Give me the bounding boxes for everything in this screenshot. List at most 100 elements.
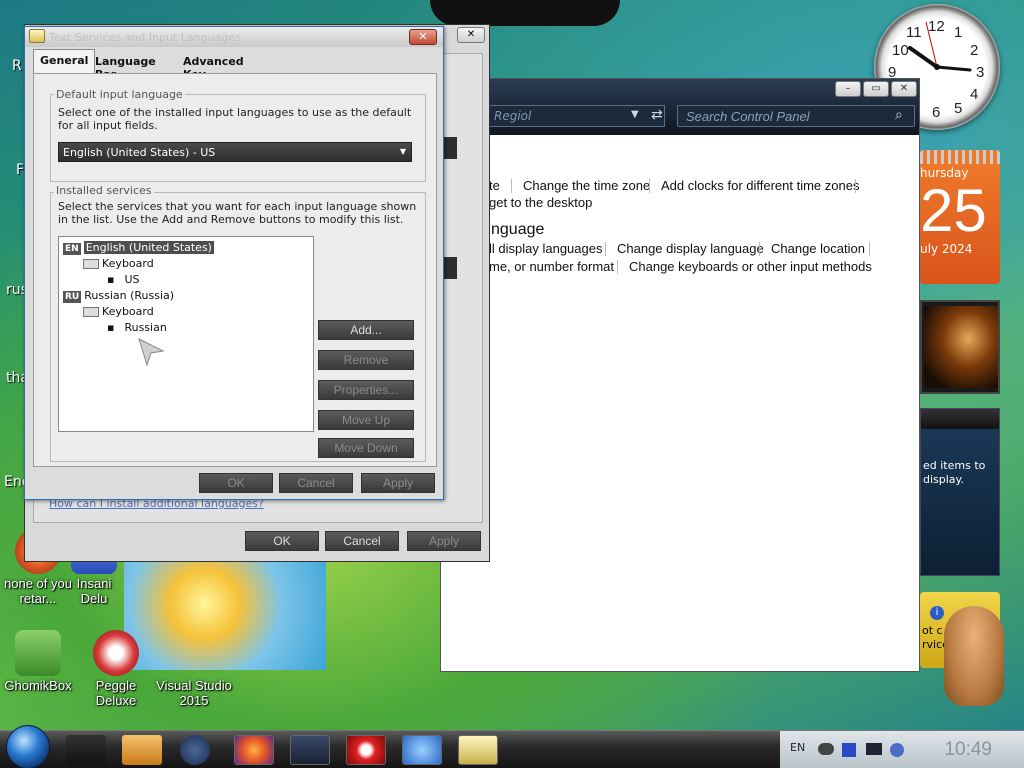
change-time-zone-link[interactable]: Change the time zone xyxy=(523,178,650,193)
language-bar-icon[interactable] xyxy=(458,735,498,765)
desktop-icon-ghomikbox[interactable]: GhomikBox xyxy=(0,630,78,693)
back-ok-button[interactable]: OK xyxy=(245,531,319,551)
add-clocks-link[interactable]: Add clocks for different time zones xyxy=(661,178,859,193)
media-player-icon[interactable] xyxy=(122,735,162,765)
link-fragment[interactable]: te xyxy=(489,178,500,193)
control-panel-window[interactable]: – ▭ ✕ Regiol ▼ ⇄ Search Control Panel ⌕ … xyxy=(440,78,920,672)
address-dropdown-icon[interactable]: ▼ xyxy=(631,109,639,120)
tray-icon[interactable] xyxy=(818,743,834,755)
calendar-month-year: uly 2024 xyxy=(920,242,973,256)
tree-category-keyboard[interactable]: Keyboard xyxy=(83,305,154,318)
desktop-icon-peggle[interactable]: Peggle Deluxe xyxy=(76,630,156,708)
tab-advanced-key-settings[interactable]: Advanced Key Settings xyxy=(177,51,250,94)
firefox-icon[interactable] xyxy=(234,735,274,765)
move-down-button[interactable]: Move Down xyxy=(318,438,414,458)
tree-language-ru[interactable]: RU Russian (Russia) xyxy=(63,289,174,303)
tab-language-bar[interactable]: Language Bar xyxy=(89,51,162,81)
steam-icon[interactable] xyxy=(180,735,210,765)
info-icon: i xyxy=(930,606,944,620)
calendar-date: 25 xyxy=(920,177,987,244)
display-languages-link[interactable]: ll display languages xyxy=(489,241,602,256)
change-display-language-link[interactable]: Change display language xyxy=(617,241,764,256)
move-up-button[interactable]: Move Up xyxy=(318,410,414,430)
language-label: English (United States) xyxy=(83,241,214,254)
top-notch xyxy=(430,0,620,26)
refresh-icon[interactable]: ⇄ xyxy=(651,107,663,123)
tree-category-keyboard[interactable]: Keyboard xyxy=(83,257,154,270)
text-services-dialog[interactable]: Text Services and Input Languages ✕ Gene… xyxy=(24,26,444,500)
bullet-icon: ▪ xyxy=(107,273,115,286)
slideshow-gadget[interactable] xyxy=(920,300,1000,394)
feed-text: ed items to display. xyxy=(923,459,986,486)
tray-icon[interactable] xyxy=(866,743,882,755)
tray-clock[interactable]: 10:49 xyxy=(944,739,992,761)
gadget-desktop-link[interactable]: get to the desktop xyxy=(489,195,592,210)
installed-services-tree[interactable]: EN English (United States) Keyboard ▪ US R… xyxy=(58,236,314,432)
gopher-icon xyxy=(15,630,61,676)
tree-service-us[interactable]: ▪ US xyxy=(107,273,140,286)
tree-service-russian[interactable]: ▪ Russian xyxy=(107,321,167,334)
peggle-icon xyxy=(93,630,139,676)
language-label: Russian (Russia) xyxy=(84,289,175,302)
globe-icon[interactable] xyxy=(402,735,442,765)
properties-button[interactable]: Properties... xyxy=(318,380,414,400)
tray-icon[interactable] xyxy=(842,743,856,757)
back-dialog-combo xyxy=(443,257,457,279)
close-button[interactable]: ✕ xyxy=(409,29,437,45)
change-location-link[interactable]: Change location xyxy=(771,241,865,256)
desktop-fragment: F xyxy=(16,162,25,178)
desktop-icon-visual-studio[interactable]: Visual Studio 2015 xyxy=(154,630,234,708)
cancel-button[interactable]: Cancel xyxy=(279,473,353,493)
minimize-button[interactable]: – xyxy=(835,81,861,97)
apply-button[interactable]: Apply xyxy=(361,473,435,493)
default-language-select[interactable]: English (United States) - US ▼ xyxy=(58,142,412,162)
back-cancel-button[interactable]: Cancel xyxy=(325,531,399,551)
section-title: nguage xyxy=(491,221,545,238)
app-icon[interactable] xyxy=(290,735,330,765)
cursor-icon xyxy=(138,338,165,367)
volume-icon[interactable] xyxy=(890,743,904,757)
maximize-button[interactable]: ▭ xyxy=(863,81,889,97)
control-panel-toolbar: – ▭ ✕ Regiol ▼ ⇄ Search Control Panel ⌕ xyxy=(441,79,919,135)
desktop-icon-label: Visual Studio 2015 xyxy=(156,678,232,708)
input-language-indicator[interactable]: EN xyxy=(790,741,805,754)
back-apply-button[interactable]: Apply xyxy=(407,531,481,551)
category-label: Keyboard xyxy=(102,305,154,318)
dialog-title: Text Services and Input Languages xyxy=(49,31,241,44)
search-icon[interactable]: ⌕ xyxy=(895,107,903,123)
gopher-mascot xyxy=(944,606,1004,706)
calendar-gadget[interactable]: hursday 25 uly 2024 xyxy=(920,150,1000,284)
keyboard-icon xyxy=(83,307,99,317)
keyboard-icon xyxy=(83,259,99,269)
group-description: Select the services that you want for ea… xyxy=(58,200,417,226)
feed-gadget[interactable]: ed items to display. xyxy=(920,408,1000,576)
change-keyboards-link[interactable]: Change keyboards or other input methods xyxy=(629,259,872,274)
group-label: Default input language xyxy=(54,88,185,101)
separator xyxy=(759,242,760,256)
desktop-fragment: R xyxy=(12,58,22,74)
keyboard-icon xyxy=(29,29,45,43)
slideshow-image xyxy=(924,306,998,388)
back-dialog-close[interactable]: ✕ xyxy=(457,27,485,43)
start-button[interactable] xyxy=(6,725,50,768)
back-dialog-combo xyxy=(443,137,457,159)
category-label: Keyboard xyxy=(102,257,154,270)
search-input[interactable]: Search Control Panel xyxy=(677,105,915,127)
separator xyxy=(649,179,650,193)
calendar-rings xyxy=(920,150,1000,164)
separator xyxy=(855,179,856,193)
remove-button[interactable]: Remove xyxy=(318,350,414,370)
show-desktop-icon[interactable] xyxy=(66,735,106,765)
ok-button[interactable]: OK xyxy=(199,473,273,493)
add-button[interactable]: Add... xyxy=(318,320,414,340)
opera-icon[interactable] xyxy=(346,735,386,765)
desktop-icon-label: Insani Delu xyxy=(76,576,112,606)
feed-header xyxy=(921,409,999,429)
number-format-link[interactable]: me, or number format xyxy=(489,259,614,274)
bullet-icon: ▪ xyxy=(107,321,115,334)
tab-general[interactable]: General xyxy=(33,49,96,73)
desktop-icon-label: GhomikBox xyxy=(4,678,72,693)
separator xyxy=(869,242,870,256)
tree-language-en[interactable]: EN English (United States) xyxy=(63,241,214,255)
close-button[interactable]: ✕ xyxy=(891,81,917,97)
